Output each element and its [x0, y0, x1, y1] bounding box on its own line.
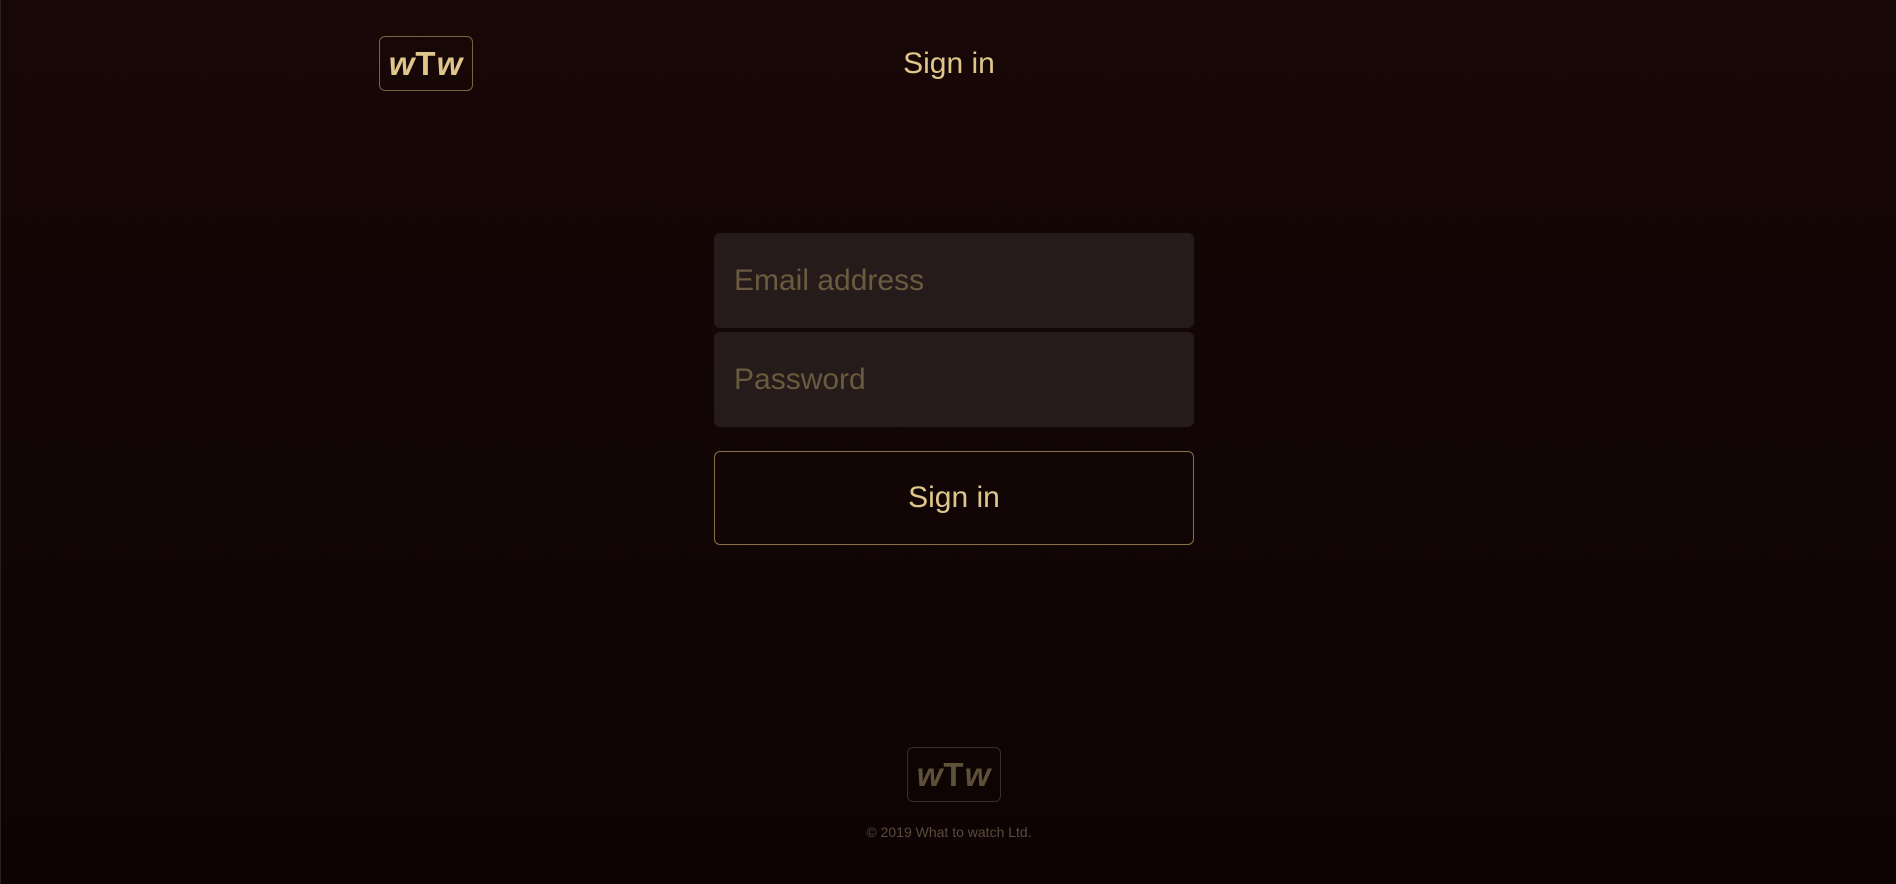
- footer-logo-link[interactable]: wTw: [907, 747, 1001, 802]
- logo-letter-w: w: [916, 755, 944, 793]
- password-field[interactable]: [714, 332, 1194, 427]
- logo-letter-w: w: [964, 755, 992, 793]
- copyright-text: © 2019 What to watch Ltd.: [866, 824, 1032, 840]
- sign-in-button[interactable]: Sign in: [714, 451, 1194, 545]
- page-title: Sign in: [903, 47, 995, 80]
- sign-in-form: Sign in: [714, 233, 1194, 545]
- logo-letter-t: T: [943, 755, 965, 793]
- email-field[interactable]: [714, 233, 1194, 328]
